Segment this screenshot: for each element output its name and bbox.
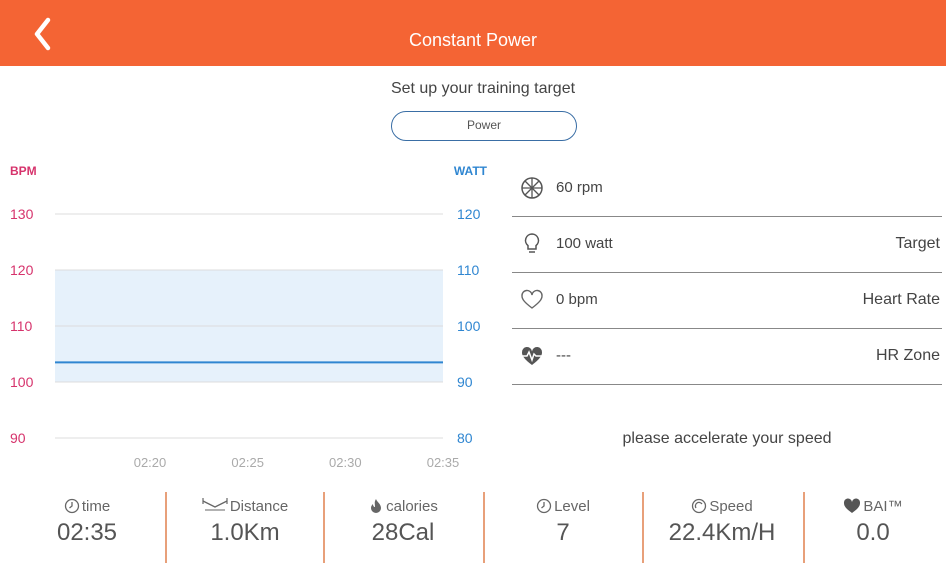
hr-zone-label: HR Zone — [875, 347, 940, 364]
stats-bar: time 02:35 Distance 1.0Km calories 28Cal… — [0, 492, 946, 563]
left-tick-label: 100 — [10, 374, 34, 390]
stat-distance-label: Distance — [229, 498, 289, 515]
page-title: Constant Power — [408, 30, 538, 50]
x-tick-label: 02:35 — [427, 455, 460, 470]
heart-outline-icon — [521, 289, 543, 309]
target-label: Target — [895, 235, 940, 252]
left-tick-label: 110 — [10, 318, 33, 334]
speed-icon — [692, 498, 707, 514]
stat-distance: Distance 1.0Km — [166, 492, 324, 563]
right-axis-title: WATT — [454, 164, 488, 178]
stat-time-label: time — [81, 498, 111, 515]
stat-speed-value: 22.4Km/H — [668, 519, 776, 546]
stat-bai: BAI™ 0.0 — [803, 492, 943, 563]
right-tick-label: 100 — [457, 318, 481, 334]
right-tick-label: 80 — [457, 430, 473, 446]
left-tick-label: 120 — [10, 262, 34, 278]
metric-row-heart-rate: 0 bpm Heart Rate — [512, 272, 942, 329]
right-tick-label: 120 — [457, 206, 481, 222]
stat-level: Level 7 — [484, 492, 642, 563]
hr-zone-value: --- — [556, 347, 571, 364]
bai-heart-icon — [844, 498, 861, 513]
right-tick-label: 110 — [457, 262, 480, 278]
target-type-button[interactable]: Power — [391, 111, 577, 141]
stat-calories-label: calories — [386, 498, 438, 515]
heart-pulse-icon — [521, 346, 543, 365]
flame-icon — [371, 499, 382, 513]
stat-level-value: 7 — [556, 519, 570, 546]
training-chart: BPM WATT 130 120 110 100 90 120 110 100 90 80 02:20 0… — [10, 164, 488, 470]
stat-level-label: Level — [554, 498, 590, 515]
metric-row-target: 100 watt Target — [512, 216, 942, 273]
stat-distance-value: 1.0Km — [210, 519, 280, 546]
cadence-wheel-icon — [521, 177, 543, 199]
right-tick-label: 90 — [457, 374, 473, 390]
stat-speed: Speed 22.4Km/H — [643, 492, 801, 563]
clock-icon — [64, 498, 79, 514]
target-value: 100 watt — [556, 235, 613, 252]
left-tick-label: 130 — [10, 206, 34, 222]
stat-calories: calories 28Cal — [324, 492, 482, 563]
cadence-value: 60 rpm — [556, 179, 603, 196]
clock-icon — [536, 498, 552, 514]
status-hint: please accelerate your speed — [622, 430, 832, 447]
bulb-icon — [524, 233, 540, 253]
stat-bai-label: BAI™ — [863, 498, 903, 515]
metric-row-hr-zone: --- HR Zone — [512, 328, 942, 385]
stat-calories-value: 28Cal — [371, 519, 435, 546]
left-axis-title: BPM — [10, 164, 37, 178]
left-tick-label: 90 — [10, 430, 26, 446]
setup-prompt: Set up your training target — [390, 80, 576, 97]
stat-speed-label: Speed — [709, 498, 753, 515]
x-tick-label: 02:30 — [329, 455, 362, 470]
x-tick-label: 02:20 — [134, 455, 167, 470]
top-bar: Constant Power — [0, 0, 946, 66]
metric-row-cadence: 60 rpm — [512, 160, 942, 217]
stat-time: time 02:35 — [8, 492, 166, 563]
heart-rate-label: Heart Rate — [862, 291, 940, 308]
heart-rate-value: 0 bpm — [556, 291, 598, 308]
distance-icon — [202, 498, 228, 511]
stat-bai-value: 0.0 — [856, 519, 890, 546]
x-tick-label: 02:25 — [231, 455, 264, 470]
stat-time-value: 02:35 — [56, 519, 118, 546]
